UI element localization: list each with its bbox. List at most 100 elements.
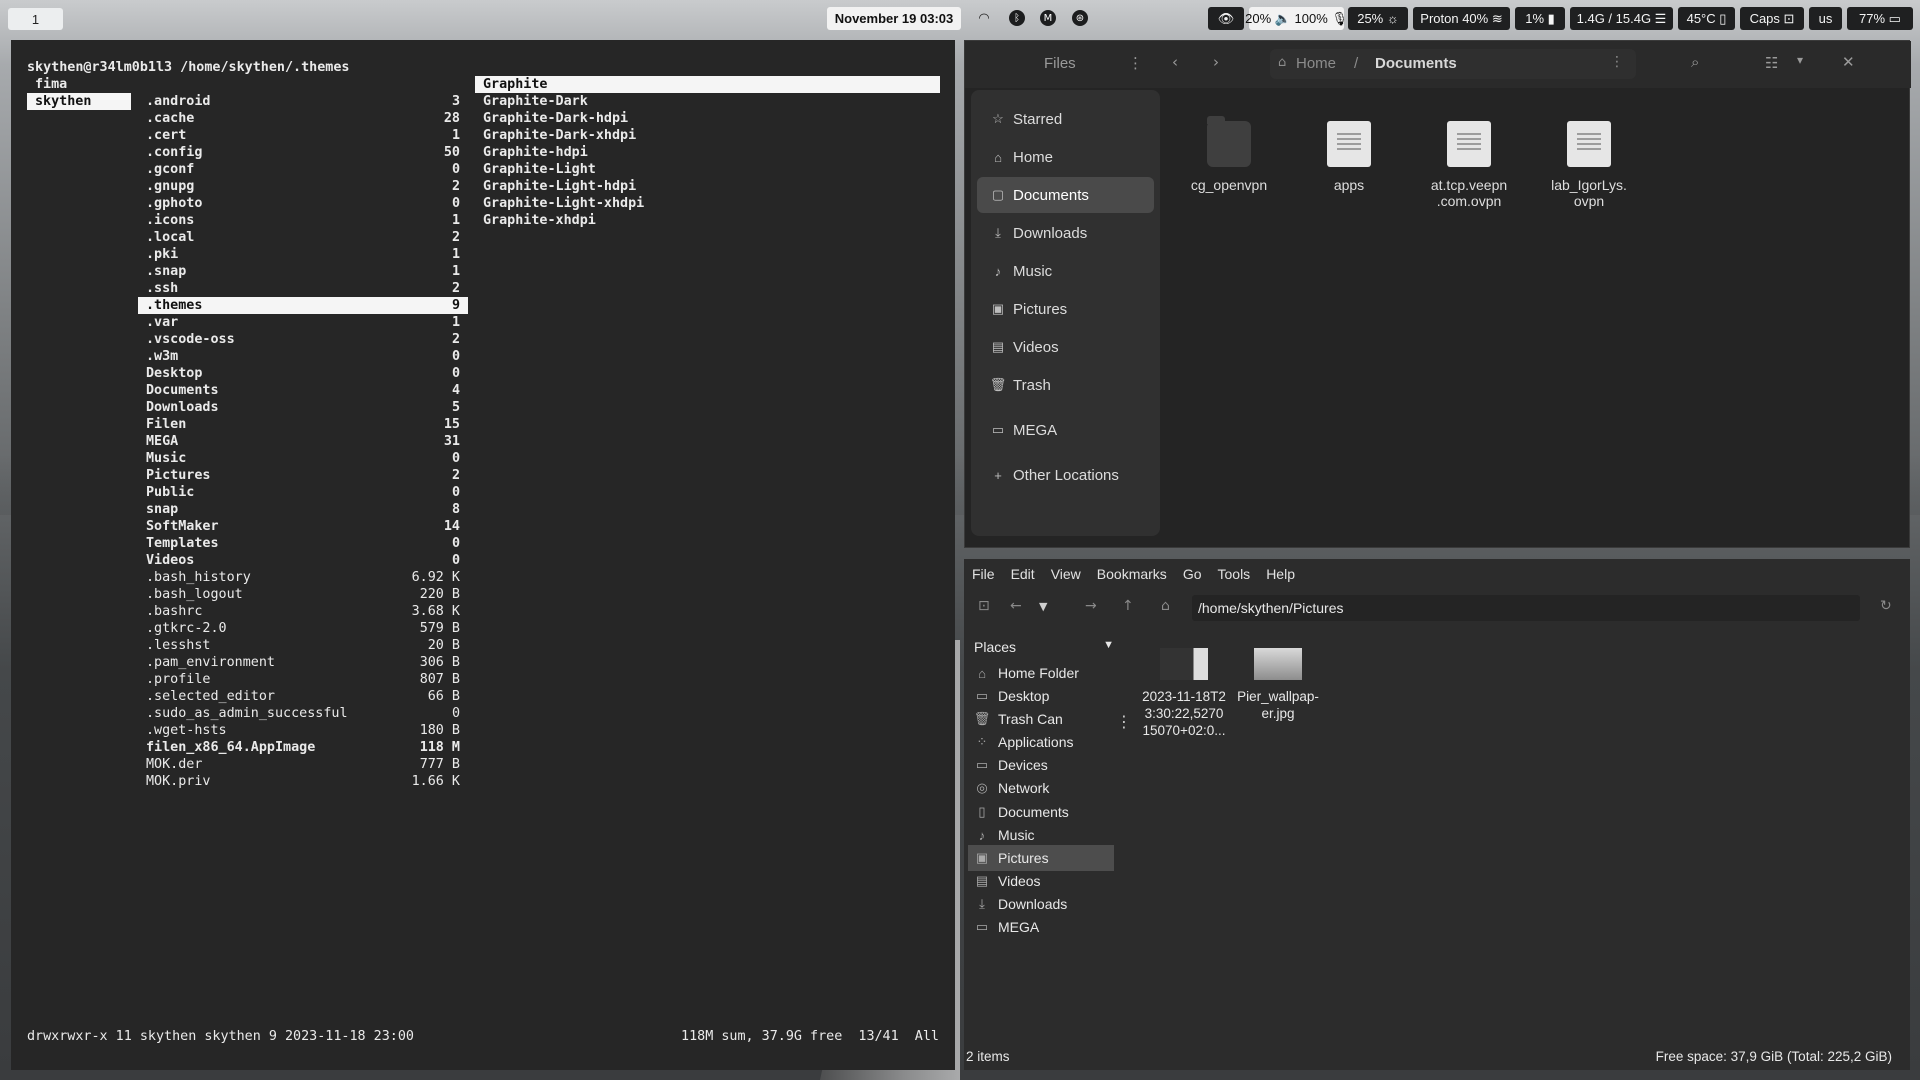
ranger-entry[interactable]: .pki 1	[138, 246, 468, 263]
ranger-parent-item[interactable]: fima	[27, 76, 131, 93]
workspace-button[interactable]: 1	[8, 8, 63, 30]
menu-kebab-icon[interactable]: ⋮	[1128, 54, 1143, 72]
pane-resize-handle[interactable]: ⋮	[1116, 712, 1132, 731]
file-item[interactable]: cg_openvpn	[1174, 116, 1284, 193]
ranger-entry[interactable]: Downloads 5	[138, 399, 468, 416]
back-arrow-icon[interactable]: ‹	[1172, 53, 1178, 71]
menu-tools[interactable]: Tools	[1210, 566, 1259, 582]
ranger-entry[interactable]: Public 0	[138, 484, 468, 501]
menu-go[interactable]: Go	[1175, 566, 1210, 582]
places-header[interactable]: Places ▼	[968, 635, 1118, 659]
menu-bookmarks[interactable]: Bookmarks	[1089, 566, 1175, 582]
ranger-entry[interactable]: .bashrc 3.68 K	[138, 603, 468, 620]
back-arrow-icon[interactable]: ←	[1010, 598, 1022, 614]
forward-arrow-icon[interactable]: ›	[1213, 53, 1219, 71]
sidebar-item-downloads[interactable]: ⤓ Downloads	[977, 215, 1154, 251]
ranger-entry[interactable]: Filen 15	[138, 416, 468, 433]
file-item[interactable]: at.tcp.veepn .com.ovpn	[1414, 121, 1524, 209]
sidebar-item-trash[interactable]: 🗑 Trash	[977, 367, 1154, 403]
ranger-entry[interactable]: MOK.priv 1.66 K	[138, 773, 468, 790]
sidebar-item-videos[interactable]: ▤ Videos	[977, 329, 1154, 365]
ranger-entry[interactable]: MOK.der 777 B	[138, 756, 468, 773]
eye-icon[interactable]: 👁	[1208, 7, 1244, 30]
vpn-status[interactable]: Proton 40% ≋	[1413, 7, 1510, 30]
ranger-entry[interactable]: Music 0	[138, 450, 468, 467]
search-icon[interactable]: ⌕	[1691, 53, 1699, 71]
ranger-entry[interactable]: .gconf 0	[138, 161, 468, 178]
menu-help[interactable]: Help	[1258, 566, 1303, 582]
ranger-preview-entry[interactable]: Graphite-Dark-hdpi	[475, 110, 940, 127]
list-view-icon[interactable]: ☷	[1765, 54, 1778, 72]
file-item[interactable]: apps	[1294, 121, 1404, 193]
ranger-entry[interactable]: .selected_editor 66 B	[138, 688, 468, 705]
home-icon[interactable]: ⌂	[1161, 598, 1170, 614]
ranger-entry[interactable]: .bash_logout 220 B	[138, 586, 468, 603]
ranger-entry[interactable]: .lesshst 20 B	[138, 637, 468, 654]
breadcrumb-current[interactable]: Documents	[1375, 55, 1457, 72]
ranger-entry[interactable]: snap 8	[138, 501, 468, 518]
ranger-preview-entry[interactable]: Graphite-Light	[475, 161, 940, 178]
ranger-entry[interactable]: .gnupg 2	[138, 178, 468, 195]
ranger-entry[interactable]: .ssh 2	[138, 280, 468, 297]
ranger-entry[interactable]: .icons 1	[138, 212, 468, 229]
place-network[interactable]: ◎ Network	[968, 775, 1114, 801]
ranger-entry[interactable]: .pam_environment 306 B	[138, 654, 468, 671]
breadcrumb-home[interactable]: Home	[1296, 55, 1336, 72]
reload-icon[interactable]: ↻	[1880, 598, 1892, 614]
ranger-preview-entry[interactable]: Graphite-Light-hdpi	[475, 178, 940, 195]
sidebar-item-music[interactable]: ♪ Music	[977, 253, 1154, 289]
temperature-status[interactable]: 45°C ▯	[1678, 7, 1735, 30]
menu-file[interactable]: File	[964, 566, 1003, 582]
audio-status[interactable]: 20% 🔈 100% 🎙	[1245, 7, 1348, 30]
image-file-item[interactable]: 2023-11-18T2 3:30:22,5270 15070+02:0...	[1136, 648, 1232, 739]
forward-arrow-icon[interactable]: →	[1085, 598, 1097, 614]
ranger-entry[interactable]: .cert 1	[138, 127, 468, 144]
ranger-entry[interactable]: .snap 1	[138, 263, 468, 280]
ranger-terminal[interactable]: skythen@r34lm0b1l3 /home/skythen/.themes…	[11, 40, 955, 1070]
ranger-entry[interactable]: Videos 0	[138, 552, 468, 569]
ranger-entry[interactable]: .gtkrc-2.0 579 B	[138, 620, 468, 637]
ranger-entry[interactable]: .gphoto 0	[138, 195, 468, 212]
ranger-entry[interactable]: .cache 28	[138, 110, 468, 127]
ranger-preview-entry[interactable]: Graphite-xhdpi	[475, 212, 940, 229]
file-item[interactable]: lab_IgorLys. ovpn	[1534, 121, 1644, 209]
battery-status[interactable]: 77% ▭	[1847, 7, 1913, 30]
places-dropdown-icon[interactable]: ▼	[1103, 639, 1114, 651]
close-icon[interactable]: ✕	[1842, 53, 1855, 71]
sidebar-item-documents[interactable]: ▢ Documents	[977, 177, 1154, 213]
ranger-entry[interactable]: .wget-hsts 180 B	[138, 722, 468, 739]
wifi-icon[interactable]: ◠	[976, 10, 992, 26]
ranger-entry[interactable]: .w3m 0	[138, 348, 468, 365]
ranger-entry[interactable]: .bash_history 6.92 K	[138, 569, 468, 586]
ranger-parent-item-selected[interactable]: skythen	[27, 93, 131, 110]
sidebar-item-pictures[interactable]: ▣ Pictures	[977, 291, 1154, 327]
sidebar-item-home[interactable]: ⌂ Home	[977, 139, 1154, 175]
ranger-entry[interactable]: Pictures 2	[138, 467, 468, 484]
menu-view[interactable]: View	[1043, 566, 1089, 582]
sidebar-item-mega[interactable]: ▭ MEGA	[977, 412, 1154, 448]
ranger-entry[interactable]: Documents 4	[138, 382, 468, 399]
ranger-preview-entry[interactable]: Graphite-Dark	[475, 93, 940, 110]
ranger-entry[interactable]: .themes 9	[138, 297, 468, 314]
ranger-entry[interactable]: SoftMaker 14	[138, 518, 468, 535]
ranger-entry[interactable]: MEGA 31	[138, 433, 468, 450]
ranger-entry[interactable]: .sudo_as_admin_successful 0	[138, 705, 468, 722]
image-file-item[interactable]: Pier_wallpap- er.jpg	[1230, 648, 1326, 722]
location-bar[interactable]: /home/skythen/Pictures	[1192, 595, 1860, 621]
ranger-entry[interactable]: filen_x86_64.AppImage 118 M	[138, 739, 468, 756]
ranger-entry[interactable]: Templates 0	[138, 535, 468, 552]
sidebar-item-other-locations[interactable]: + Other Locations	[977, 457, 1154, 493]
path-menu-icon[interactable]: ⋮	[1610, 54, 1624, 70]
ranger-preview-entry[interactable]: Graphite-hdpi	[475, 144, 940, 161]
menu-edit[interactable]: Edit	[1003, 566, 1043, 582]
ranger-entry[interactable]: .var 1	[138, 314, 468, 331]
up-arrow-icon[interactable]: ↑	[1122, 598, 1134, 614]
ranger-preview-entry[interactable]: Graphite-Dark-xhdpi	[475, 127, 940, 144]
history-dropdown-icon[interactable]: ▼	[1039, 600, 1047, 613]
sync-tray-icon[interactable]: ⊛	[1072, 10, 1088, 26]
ranger-entry[interactable]: Desktop 0	[138, 365, 468, 382]
cpu-status[interactable]: 1% ▮	[1515, 7, 1565, 30]
ranger-preview-entry[interactable]: Graphite-Light-xhdpi	[475, 195, 940, 212]
new-tab-icon[interactable]: ⊡	[978, 598, 990, 614]
bluetooth-icon[interactable]: ᛒ	[1009, 10, 1025, 26]
